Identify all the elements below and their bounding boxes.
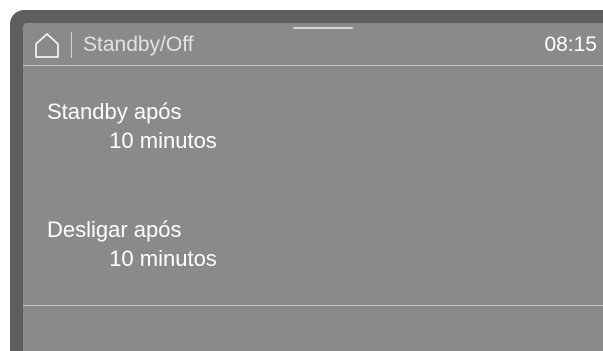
standby-after-label: Standby após [47, 99, 182, 124]
device-bezel: Standby/Off 08:15 Standby após 10 minuto… [10, 10, 603, 351]
clock: 08:15 [544, 33, 597, 56]
header-bar: Standby/Off 08:15 [23, 23, 603, 65]
header-divider [23, 65, 603, 66]
home-icon [33, 31, 61, 59]
home-button[interactable] [33, 31, 61, 59]
standby-after-value: 10 minutos [109, 128, 217, 153]
switch-off-after-value: 10 minutos [109, 246, 217, 271]
header-separator [71, 32, 72, 58]
switch-off-after-setting[interactable]: Desligar após 10 minutos [43, 215, 283, 273]
page-title: Standby/Off [83, 33, 194, 56]
standby-after-setting[interactable]: Standby após 10 minutos [43, 97, 283, 155]
display-screen: Standby/Off 08:15 Standby após 10 minuto… [23, 23, 603, 351]
footer-divider [23, 305, 603, 306]
switch-off-after-label: Desligar após [47, 217, 182, 242]
